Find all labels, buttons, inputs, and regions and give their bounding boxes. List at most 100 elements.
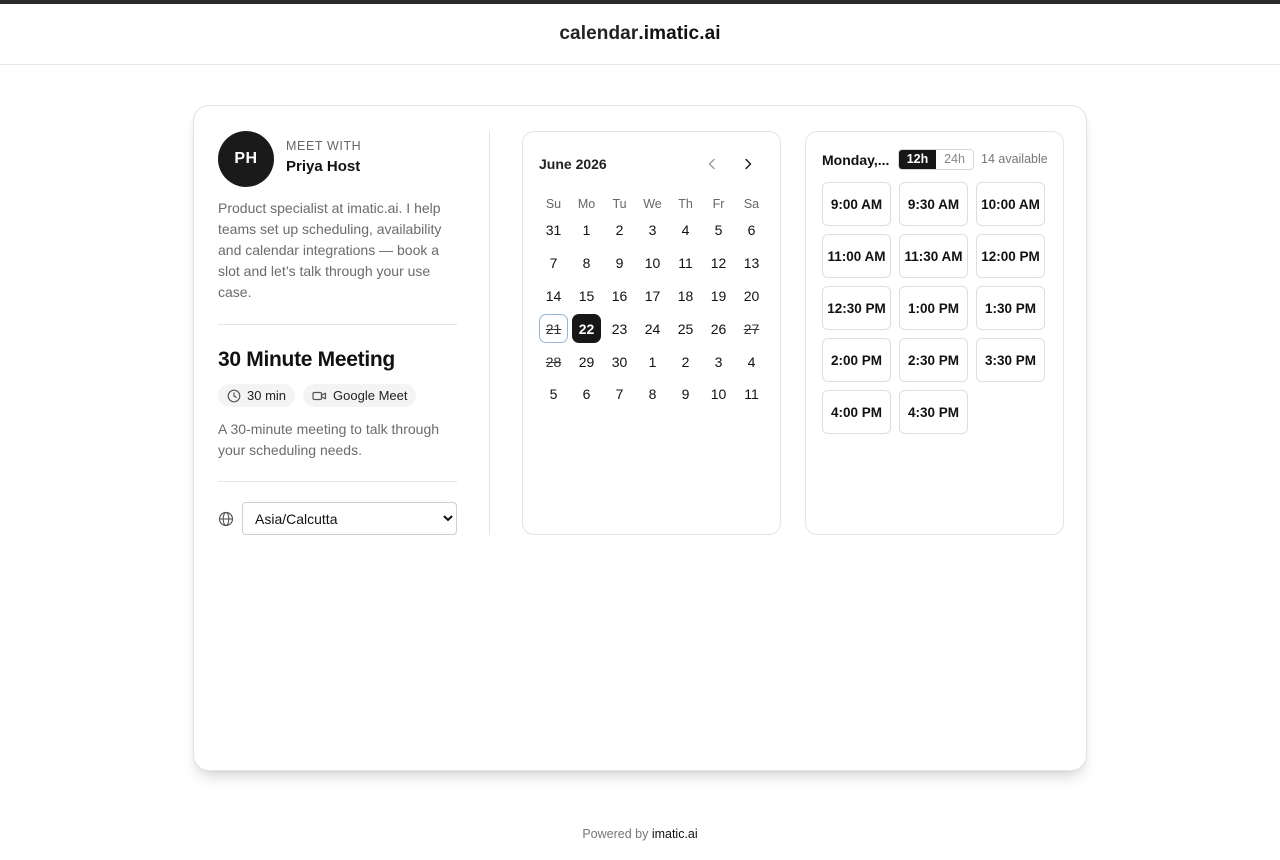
calendar-cell: 3 — [702, 347, 735, 376]
calendar-day[interactable]: 26 — [704, 314, 733, 343]
calendar-cell: 5 — [702, 216, 735, 245]
calendar-day[interactable]: 3 — [704, 347, 733, 376]
calendar-day[interactable]: 1 — [638, 347, 667, 376]
available-count: 14 available — [981, 152, 1048, 166]
timezone-select[interactable]: Asia/Calcutta — [242, 502, 457, 535]
calendar-cell: 1 — [570, 216, 603, 245]
calendar-cell: 5 — [537, 380, 570, 409]
calendar-day[interactable]: 9 — [671, 380, 700, 409]
calendar-day[interactable]: 17 — [638, 281, 667, 310]
calendar-day[interactable]: 3 — [638, 216, 667, 245]
calendar-cell: 6 — [735, 216, 768, 245]
time-slot-button[interactable]: 4:00 PM — [822, 390, 891, 434]
calendar-day[interactable]: 11 — [737, 380, 766, 409]
calendar-day[interactable]: 29 — [572, 347, 601, 376]
calendar-day[interactable]: 20 — [737, 281, 766, 310]
next-month-button[interactable] — [738, 154, 758, 174]
calendar-cell: 16 — [603, 281, 636, 310]
calendar-day[interactable]: 24 — [638, 314, 667, 343]
site-title-part2: .imatic.ai — [638, 23, 721, 44]
time-slot-button[interactable]: 1:00 PM — [899, 286, 968, 330]
calendar-day[interactable]: 4 — [671, 216, 700, 245]
time-slot-button[interactable]: 2:00 PM — [822, 338, 891, 382]
calendar-day[interactable]: 31 — [539, 216, 568, 245]
weekday-label: Tu — [612, 197, 627, 211]
calendar-day[interactable]: 2 — [605, 216, 634, 245]
selected-day-label: Monday,... — [822, 152, 890, 168]
calendar-cell: 10 — [636, 249, 669, 278]
calendar-cell: 15 — [570, 281, 603, 310]
calendar-cell: 3 — [636, 216, 669, 245]
calendar-cell: 31 — [537, 216, 570, 245]
booking-card: PH MEET WITH Priya Host Product speciali… — [193, 105, 1087, 771]
calendar-day[interactable]: 4 — [737, 347, 766, 376]
weekday-label: Th — [678, 197, 693, 211]
weekday-label: Sa — [743, 197, 760, 211]
calendar-day: 28 — [545, 353, 562, 370]
calendar-day[interactable]: 9 — [605, 249, 634, 278]
calendar-day[interactable]: 6 — [572, 380, 601, 409]
calendar-day[interactable]: 10 — [704, 380, 733, 409]
time-slot-button[interactable]: 12:30 PM — [822, 286, 891, 330]
calendar-day[interactable]: 14 — [539, 281, 568, 310]
time-slot-button[interactable]: 2:30 PM — [899, 338, 968, 382]
time-slot-button[interactable]: 9:00 AM — [822, 182, 891, 226]
calendar-day[interactable]: 5 — [704, 216, 733, 245]
footer-brand-link[interactable]: imatic.ai — [652, 827, 698, 841]
calendar-day[interactable]: 11 — [671, 249, 700, 278]
calendar-week-row: 31 1 2 3 4 5 6 — [537, 214, 768, 247]
calendar-day[interactable]: 13 — [737, 249, 766, 278]
calendar-day-selected[interactable]: 22 — [572, 314, 601, 344]
calendar-day[interactable]: 19 — [704, 281, 733, 310]
calendar-month-label: June 2026 — [539, 156, 607, 172]
time-slots-grid: 9:00 AM 9:30 AM 10:00 AM 11:00 AM 11:30 AM 12… — [822, 182, 1046, 434]
prev-month-button[interactable] — [702, 154, 722, 174]
calendar-cell: 9 — [669, 380, 702, 409]
calendar-cell: 30 — [603, 347, 636, 376]
event-meta: 30 min Google Meet — [218, 384, 417, 407]
calendar-day[interactable]: 10 — [638, 249, 667, 278]
event-title: 30 Minute Meeting — [218, 348, 395, 371]
calendar-cell: 4 — [735, 347, 768, 376]
calendar-day[interactable]: 25 — [671, 314, 700, 343]
location-chip: Google Meet — [303, 384, 417, 407]
calendar-day[interactable]: 15 — [572, 281, 601, 310]
calendar-day[interactable]: 7 — [605, 380, 634, 409]
calendar-day: 21 — [539, 314, 568, 344]
time-slot-button[interactable]: 11:00 AM — [822, 234, 891, 278]
time-slot-button[interactable]: 12:00 PM — [976, 234, 1045, 278]
format-24h-button[interactable]: 24h — [936, 150, 973, 169]
divider — [218, 324, 457, 325]
calendar-day[interactable]: 8 — [638, 380, 667, 409]
time-slot-button[interactable]: 4:30 PM — [899, 390, 968, 434]
time-slot-button[interactable]: 3:30 PM — [976, 338, 1045, 382]
calendar-day[interactable]: 1 — [572, 216, 601, 245]
calendar-day[interactable]: 2 — [671, 347, 700, 376]
time-slot-button[interactable]: 9:30 AM — [899, 182, 968, 226]
time-slot-button[interactable]: 11:30 AM — [899, 234, 968, 278]
calendar-day[interactable]: 18 — [671, 281, 700, 310]
globe-icon — [218, 511, 234, 527]
calendar-cell: 17 — [636, 281, 669, 310]
calendar-day[interactable]: 6 — [737, 216, 766, 245]
calendar-day[interactable]: 7 — [539, 249, 568, 278]
calendar-cell: 26 — [702, 314, 735, 343]
weekday-label: We — [643, 197, 662, 211]
calendar-day[interactable]: 30 — [605, 347, 634, 376]
calendar-day[interactable]: 12 — [704, 249, 733, 278]
time-slot-button[interactable]: 1:30 PM — [976, 286, 1045, 330]
calendar-cell: 23 — [603, 314, 636, 343]
weekday-label: Su — [545, 197, 562, 211]
calendar-cell: 29 — [570, 347, 603, 376]
calendar-day[interactable]: 8 — [572, 249, 601, 278]
calendar-day[interactable]: 5 — [539, 380, 568, 409]
time-format-toggle: 12h 24h — [898, 149, 974, 170]
calendar-cell: 2 — [669, 347, 702, 376]
column-divider — [489, 131, 490, 535]
format-12h-button[interactable]: 12h — [899, 150, 936, 169]
time-slot-button[interactable]: 10:00 AM — [976, 182, 1045, 226]
calendar-day[interactable]: 23 — [605, 314, 634, 343]
calendar-week-row: 21 22 23 24 25 26 27 — [537, 312, 768, 345]
weekday-label: Mo — [577, 197, 596, 211]
calendar-day[interactable]: 16 — [605, 281, 634, 310]
